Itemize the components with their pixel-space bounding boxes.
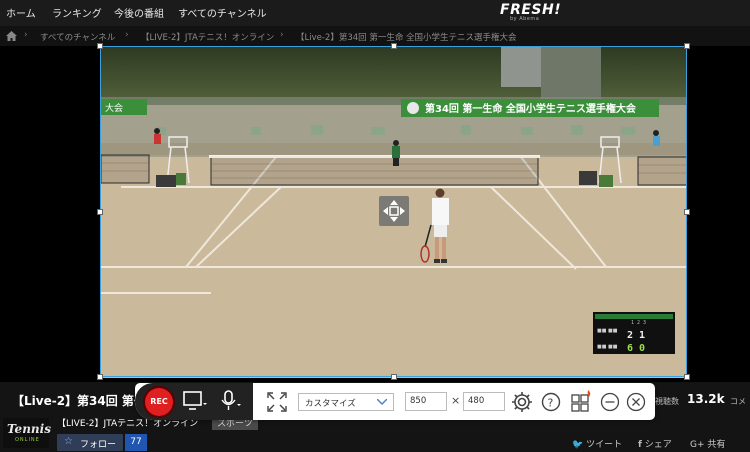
apps-icon[interactable] bbox=[571, 390, 593, 412]
resize-handle-se[interactable] bbox=[684, 374, 690, 380]
nav-ranking[interactable]: ランキング bbox=[52, 5, 102, 20]
microphone-icon[interactable] bbox=[219, 390, 243, 412]
breadcrumb-item[interactable]: すべてのチャンネル bbox=[40, 31, 115, 43]
resize-handle-sw[interactable] bbox=[97, 374, 103, 380]
breadcrumb-item[interactable]: 【LIVE-2】JTAテニス！オンライン bbox=[141, 31, 274, 43]
recorder-controls: REC bbox=[135, 383, 253, 420]
facebook-icon: f bbox=[638, 440, 642, 450]
resize-handle-nw[interactable] bbox=[97, 43, 103, 49]
follow-button[interactable]: ☆ フォロー bbox=[57, 434, 123, 451]
width-input[interactable]: 850 bbox=[405, 392, 447, 411]
score-player1: 2 1 bbox=[627, 330, 645, 341]
resize-handle-n[interactable] bbox=[391, 43, 397, 49]
svg-text:?: ? bbox=[548, 397, 554, 410]
breadcrumb: › すべてのチャンネル › 【LIVE-2】JTAテニス！オンライン › 【Li… bbox=[0, 26, 750, 46]
views-count: 13.2k bbox=[687, 392, 725, 406]
svg-text:1 2 3: 1 2 3 bbox=[631, 320, 646, 326]
views-label: 視聴数 bbox=[655, 397, 679, 406]
banner-left-text: 大会 bbox=[105, 102, 123, 114]
banner-text: 第34回 第一生命 全国小学生テニス選手権大会 bbox=[425, 102, 636, 115]
chevron-right-icon: › bbox=[280, 30, 284, 40]
score-player2: 6 0 bbox=[627, 343, 645, 354]
star-icon: ☆ bbox=[64, 436, 73, 447]
move-icon bbox=[383, 200, 405, 222]
follow-label: フォロー bbox=[80, 440, 117, 450]
facebook-share-button[interactable]: f シェア bbox=[638, 437, 672, 450]
top-nav: ホーム ランキング 今後の番組 すべてのチャンネル FRESH! by Abema bbox=[0, 0, 750, 26]
logo-sub: by Abema bbox=[510, 16, 540, 22]
move-handle[interactable] bbox=[379, 196, 409, 226]
minimize-icon[interactable] bbox=[600, 392, 620, 412]
svg-text:■■ ■■: ■■ ■■ bbox=[597, 328, 618, 334]
nav-all-channels[interactable]: すべてのチャンネル bbox=[178, 5, 267, 20]
resize-handle-w[interactable] bbox=[97, 209, 103, 215]
tweet-label: ツイート bbox=[586, 440, 623, 450]
recorder-toolbar: REC カスタマイズ 850 × 480 ? bbox=[135, 383, 655, 420]
twitter-icon: 🐦 bbox=[572, 440, 584, 450]
resize-handle-e[interactable] bbox=[684, 209, 690, 215]
channel-logo[interactable]: Tennis ONLINE bbox=[3, 418, 51, 448]
screen-icon[interactable] bbox=[183, 391, 207, 411]
chevron-right-icon: › bbox=[125, 30, 129, 40]
preset-value: カスタマイズ bbox=[305, 399, 356, 409]
fullscreen-icon[interactable] bbox=[267, 392, 287, 412]
breadcrumb-current: 【Live-2】第34回 第一生命 全国小学生テニス選手権大会 bbox=[296, 33, 517, 43]
nav-upcoming[interactable]: 今後の番組 bbox=[114, 5, 164, 20]
rec-button[interactable]: REC bbox=[145, 388, 173, 416]
height-input[interactable]: 480 bbox=[463, 392, 505, 411]
fresh-logo[interactable]: FRESH! by Abema bbox=[500, 2, 561, 22]
follow-count: 77 bbox=[125, 434, 147, 451]
settings-icon[interactable] bbox=[511, 391, 533, 413]
svg-text:■■ ■■: ■■ ■■ bbox=[597, 344, 618, 350]
nav-home[interactable]: ホーム bbox=[6, 5, 36, 20]
chevron-right-icon: › bbox=[24, 30, 28, 40]
help-icon[interactable]: ? bbox=[541, 392, 561, 412]
channel-logo-sub: ONLINE bbox=[15, 437, 40, 443]
preset-dropdown[interactable]: カスタマイズ bbox=[298, 393, 394, 411]
channel-logo-text: Tennis bbox=[7, 422, 51, 436]
resize-handle-ne[interactable] bbox=[684, 43, 690, 49]
chevron-down-icon bbox=[377, 399, 387, 405]
times-sign: × bbox=[451, 394, 461, 407]
facebook-label: シェア bbox=[644, 440, 672, 450]
program-title: 【Live-2】第34回 第一 bbox=[12, 394, 146, 408]
tweet-button[interactable]: 🐦 ツイート bbox=[572, 437, 622, 450]
home-icon[interactable] bbox=[6, 31, 17, 41]
comments-label: コメ bbox=[730, 397, 746, 406]
resize-handle-s[interactable] bbox=[391, 374, 397, 380]
close-icon[interactable] bbox=[626, 392, 646, 412]
gplus-share-button[interactable]: G+ 共有 bbox=[690, 437, 725, 450]
